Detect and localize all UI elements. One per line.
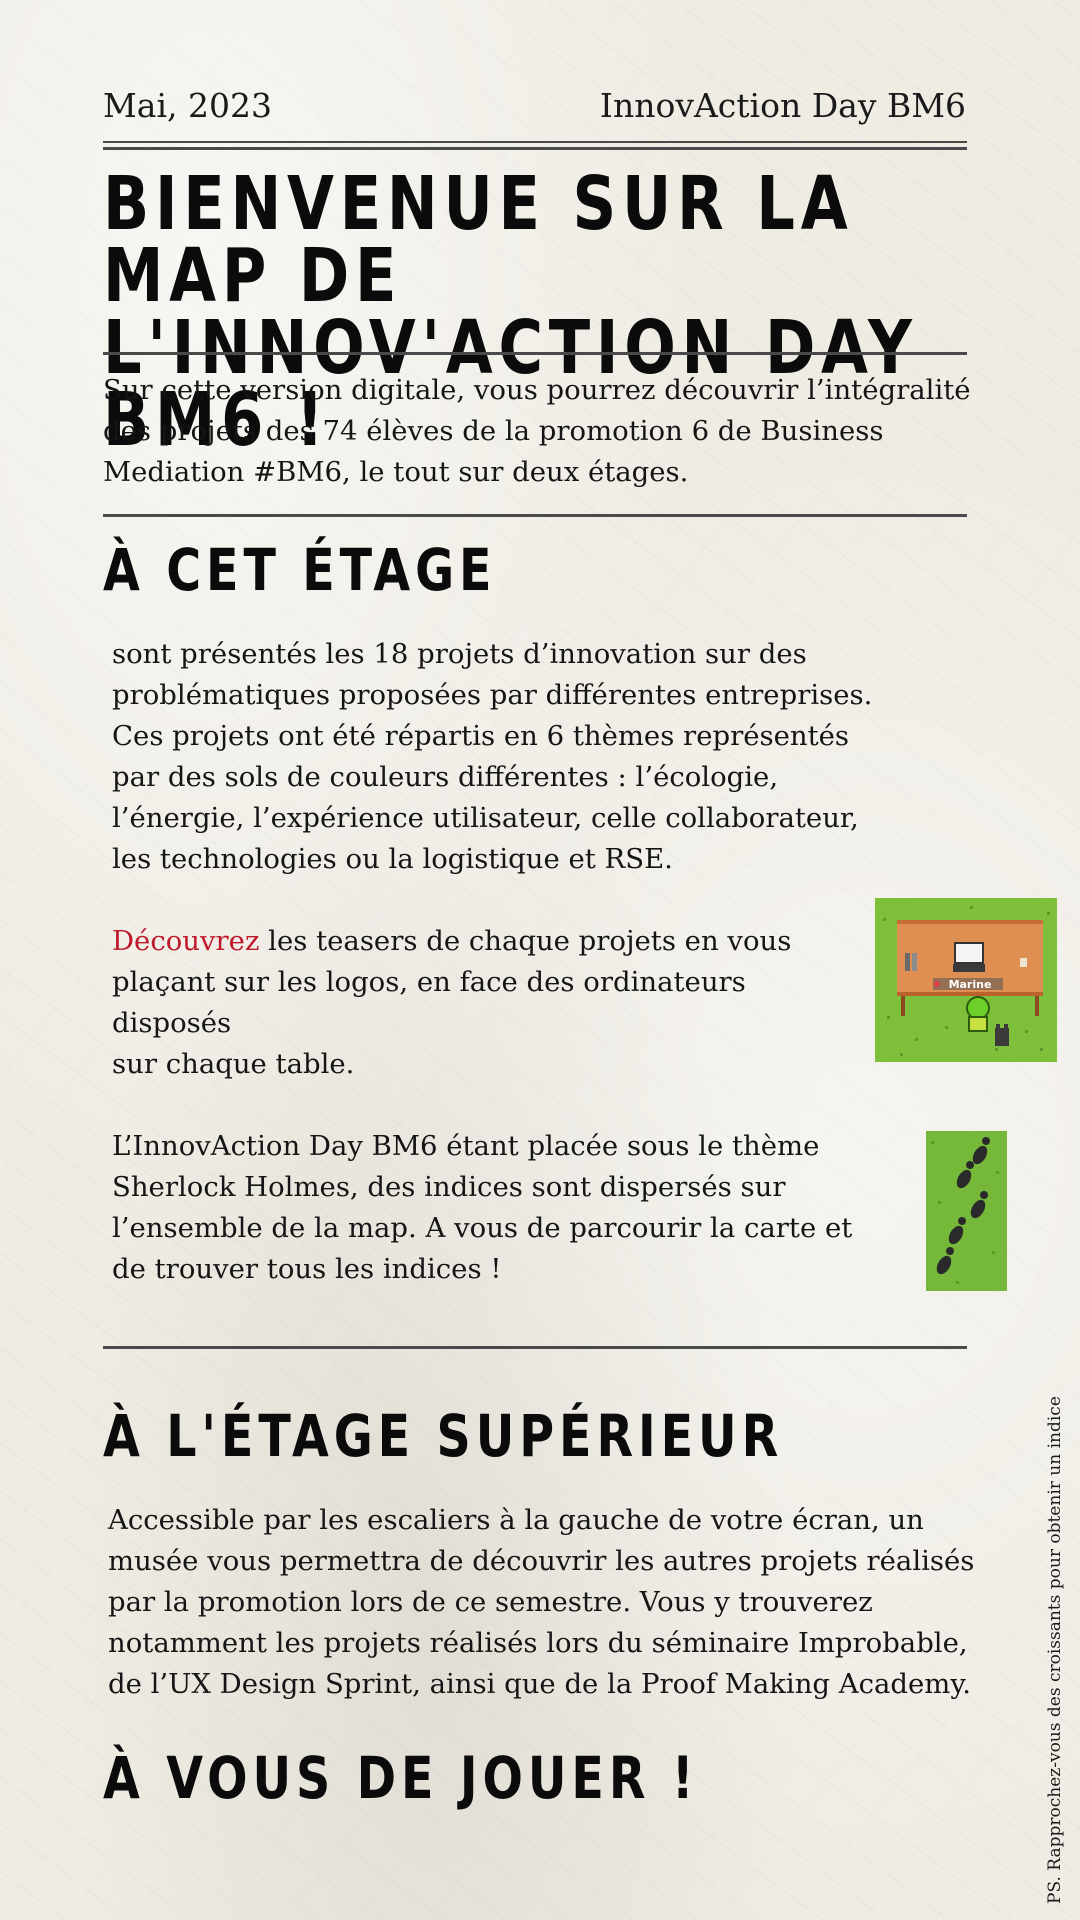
- discover-highlight: Découvrez: [112, 925, 260, 957]
- section-title-this-floor: À CET ÉTAGE: [103, 536, 497, 604]
- footprints-image: [926, 1131, 1007, 1291]
- this-floor-p3-line-2: Sherlock Holmes, des indices sont disper…: [112, 1171, 786, 1203]
- header-double-rule: [103, 141, 967, 150]
- this-floor-p1-line-5: l’énergie, l’expérience utilisateur, cel…: [112, 802, 859, 834]
- intro-line-2: des projets des 74 élèves de la promotio…: [103, 415, 884, 447]
- upper-floor-line-3: par la promotion lors de ce semestre. Vo…: [108, 1586, 873, 1618]
- this-floor-p2-line-3: sur chaque table.: [112, 1048, 355, 1080]
- this-floor-p1-line-3: Ces projets ont été répartis en 6 thèmes…: [112, 720, 850, 752]
- this-floor-paragraph-2: Découvrez les teasers de chaque projets …: [112, 921, 872, 1085]
- floor-divider: [103, 1346, 967, 1349]
- upper-floor-line-5: de l’UX Design Sprint, ainsi que de la P…: [108, 1668, 971, 1700]
- intro-paragraph: Sur cette version digitale, vous pourrez…: [103, 370, 1003, 493]
- this-floor-p3-line-4: de trouver tous les indices !: [112, 1253, 502, 1285]
- this-floor-p2-line-1: Découvrez les teasers de chaque projets …: [112, 921, 872, 962]
- this-floor-p1-line-4: par des sols de couleurs différentes : l…: [112, 761, 779, 793]
- intro-line-1: Sur cette version digitale, vous pourrez…: [103, 374, 971, 406]
- desk-scene-image: Marine: [875, 898, 1057, 1062]
- this-floor-p2-line-2: plaçant sur les logos, en face des ordin…: [112, 966, 746, 1039]
- issue-date: Mai, 2023: [103, 86, 272, 125]
- this-floor-p1-line-6: les technologies ou la logistique et RSE…: [112, 843, 673, 875]
- this-floor-p3-line-1: L’InnovAction Day BM6 étant placée sous …: [112, 1130, 820, 1162]
- this-floor-p1-line-1: sont présentés les 18 projets d’innovati…: [112, 638, 807, 670]
- this-floor-p1-line-2: problématiques proposées par différentes…: [112, 679, 873, 711]
- section-title-upper-floor: À L'ÉTAGE SUPÉRIEUR: [103, 1402, 784, 1470]
- event-name: InnovAction Day BM6: [599, 86, 966, 125]
- closing-title: À VOUS DE JOUER !: [103, 1744, 699, 1812]
- intro-divider: [103, 514, 967, 517]
- desk-scene-illustration: Marine: [875, 898, 1057, 1062]
- this-floor-paragraph-1: sont présentés les 18 projets d’innovati…: [112, 634, 892, 880]
- footprints-icon: [926, 1131, 1007, 1291]
- upper-floor-line-2: musée vous permettra de découvrir les au…: [108, 1545, 975, 1577]
- upper-floor-line-1: Accessible par les escaliers à la gauche…: [108, 1504, 924, 1536]
- intro-line-3: Mediation #BM6, le tout sur deux étages.: [103, 456, 689, 488]
- player-name-tag: Marine: [949, 978, 992, 991]
- side-note: PS. Rapprochez-vous des croissants pour …: [1045, 1396, 1065, 1904]
- upper-floor-line-4: notamment les projets réalisés lors du s…: [108, 1627, 968, 1659]
- page-title-line-1: BIENVENUE SUR LA MAP DE: [103, 161, 854, 319]
- this-floor-p2-line-1-rest: les teasers de chaque projets en vous: [259, 925, 792, 957]
- this-floor-paragraph-3: L’InnovAction Day BM6 étant placée sous …: [112, 1126, 872, 1290]
- this-floor-p3-line-3: l’ensemble de la map. A vous de parcouri…: [112, 1212, 853, 1244]
- title-divider: [103, 352, 967, 355]
- upper-floor-paragraph: Accessible par les escaliers à la gauche…: [108, 1500, 1008, 1705]
